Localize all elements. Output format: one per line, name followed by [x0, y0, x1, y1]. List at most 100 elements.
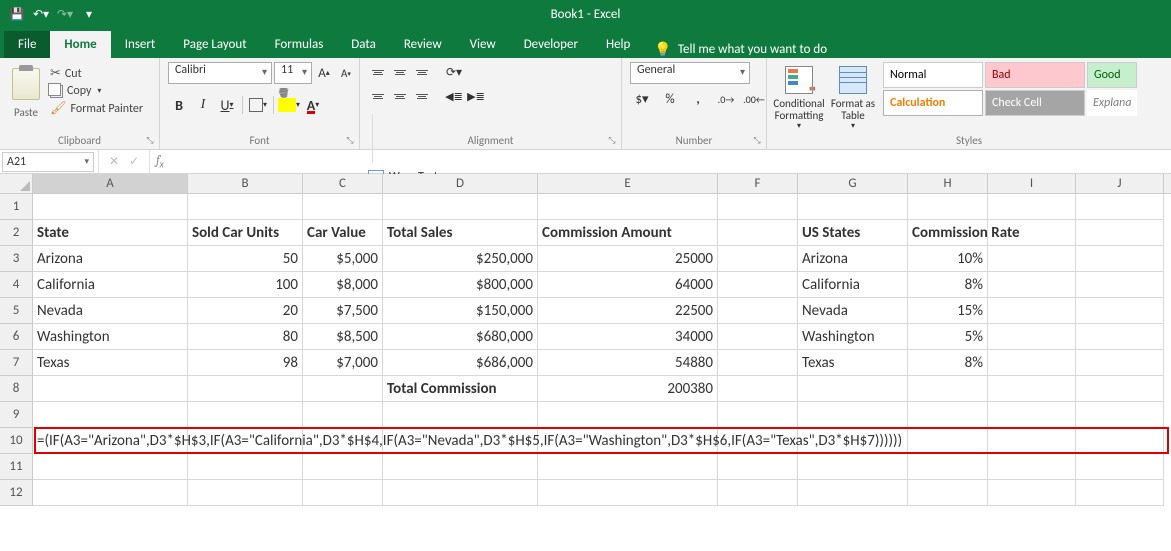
style-check-cell[interactable]: Check Cell	[985, 90, 1085, 116]
format-as-table-button[interactable]: Format as Table▾	[829, 62, 877, 131]
cell[interactable]: Commission Rate	[908, 220, 988, 246]
cell[interactable]: $8,500	[303, 324, 383, 350]
comma-format-button[interactable]: ,	[686, 88, 710, 110]
style-normal[interactable]: Normal	[883, 62, 983, 88]
copy-button[interactable]: Copy▾	[50, 84, 143, 98]
number-launcher[interactable]: ⤡	[751, 134, 763, 146]
cell[interactable]: Washington	[798, 324, 908, 350]
cell[interactable]: US States	[798, 220, 908, 246]
cell[interactable]: 22500	[538, 298, 718, 324]
increase-decimal-button[interactable]: .0→	[714, 88, 738, 110]
formula-input[interactable]	[170, 150, 1171, 173]
cell[interactable]: 8%	[908, 272, 988, 298]
cell[interactable]: Texas	[798, 350, 908, 376]
cell-styles-gallery[interactable]: Normal Bad Good Calculation Check Cell E…	[883, 62, 1137, 116]
tab-insert[interactable]: Insert	[111, 31, 170, 58]
cell[interactable]: $680,000	[383, 324, 538, 350]
align-right-button[interactable]	[412, 86, 432, 106]
fill-color-button[interactable]: ▾	[278, 94, 300, 116]
align-top-button[interactable]	[368, 62, 388, 82]
cell[interactable]: 20	[188, 298, 303, 324]
cell[interactable]: $7,500	[303, 298, 383, 324]
col-header-i[interactable]: I	[988, 174, 1076, 193]
alignment-launcher[interactable]: ⤡	[606, 134, 618, 146]
clipboard-launcher[interactable]: ⤡	[144, 134, 156, 146]
align-middle-button[interactable]	[390, 62, 410, 82]
tab-formulas[interactable]: Formulas	[261, 31, 338, 58]
worksheet-grid[interactable]: A B C D E F G H I J 1 2 State Sold Car U…	[0, 174, 1171, 506]
enter-icon[interactable]: ✓	[129, 154, 139, 169]
cell[interactable]: 54880	[538, 350, 718, 376]
cell[interactable]: 64000	[538, 272, 718, 298]
percent-format-button[interactable]: %	[658, 88, 682, 110]
style-calculation[interactable]: Calculation	[883, 90, 983, 116]
redo-icon[interactable]: ↷▾	[56, 5, 74, 23]
col-header-d[interactable]: D	[383, 174, 538, 193]
col-header-h[interactable]: H	[908, 174, 988, 193]
underline-button[interactable]: U▾	[216, 94, 238, 116]
font-launcher[interactable]: ⤡	[344, 134, 356, 146]
align-bottom-button[interactable]	[412, 62, 432, 82]
cell[interactable]: Nevada	[33, 298, 188, 324]
paste-button[interactable]: Paste	[8, 62, 44, 126]
accounting-format-button[interactable]: $▾	[630, 88, 654, 110]
tab-view[interactable]: View	[456, 31, 510, 58]
format-painter-button[interactable]: 🖌Format Painter	[50, 101, 143, 116]
cell[interactable]: 80	[188, 324, 303, 350]
cell[interactable]: Sold Car Units	[188, 220, 303, 246]
font-size-select[interactable]: 11	[274, 62, 312, 84]
cell[interactable]: 200380	[538, 376, 718, 402]
fx-icon[interactable]: fx	[150, 153, 170, 170]
font-color-button[interactable]: A▾	[302, 94, 324, 116]
cell[interactable]: $8,000	[303, 272, 383, 298]
cell[interactable]: 50	[188, 246, 303, 272]
col-header-g[interactable]: G	[798, 174, 908, 193]
tab-home[interactable]: Home	[50, 31, 110, 58]
tell-me[interactable]: 💡 Tell me what you want to do	[654, 41, 827, 58]
cell[interactable]: California	[33, 272, 188, 298]
cell[interactable]: California	[798, 272, 908, 298]
style-bad[interactable]: Bad	[985, 62, 1085, 88]
cell[interactable]: Arizona	[798, 246, 908, 272]
cell[interactable]: 100	[188, 272, 303, 298]
cell[interactable]: Texas	[33, 350, 188, 376]
tab-developer[interactable]: Developer	[510, 31, 592, 58]
increase-indent-button[interactable]: ▶≣	[466, 86, 486, 106]
cell[interactable]: 98	[188, 350, 303, 376]
tab-help[interactable]: Help	[592, 31, 644, 58]
cut-button[interactable]: ✂Cut	[50, 66, 143, 81]
cell[interactable]: 5%	[908, 324, 988, 350]
cell[interactable]: Nevada	[798, 298, 908, 324]
cell[interactable]	[33, 194, 188, 220]
tab-data[interactable]: Data	[337, 31, 390, 58]
cell[interactable]: Washington	[33, 324, 188, 350]
customize-qat-icon[interactable]: ▾	[80, 5, 98, 23]
decrease-font-button[interactable]: A▾	[336, 62, 356, 84]
cell[interactable]: State	[33, 220, 188, 246]
tab-review[interactable]: Review	[390, 31, 456, 58]
col-header-j[interactable]: J	[1076, 174, 1164, 193]
col-header-f[interactable]: F	[718, 174, 798, 193]
cell[interactable]: $686,000	[383, 350, 538, 376]
cell[interactable]: $250,000	[383, 246, 538, 272]
orientation-button[interactable]: ⟳▾	[444, 62, 464, 82]
cell[interactable]: 8%	[908, 350, 988, 376]
cell[interactable]: Total Sales	[383, 220, 538, 246]
font-name-select[interactable]: Calibri	[168, 62, 272, 84]
cell[interactable]: $7,000	[303, 350, 383, 376]
tab-file[interactable]: File	[4, 31, 50, 58]
cell[interactable]: 34000	[538, 324, 718, 350]
col-header-a[interactable]: A	[33, 174, 188, 193]
col-header-b[interactable]: B	[188, 174, 303, 193]
style-explanatory[interactable]: Explana	[1087, 90, 1137, 116]
cell[interactable]: 15%	[908, 298, 988, 324]
name-box[interactable]: A21	[2, 152, 94, 172]
decrease-decimal-button[interactable]: .00←	[742, 88, 766, 110]
row-header[interactable]: 2	[0, 220, 33, 246]
cell[interactable]: Total Commission	[383, 376, 538, 402]
cell[interactable]: 25000	[538, 246, 718, 272]
row-header[interactable]: 1	[0, 194, 33, 220]
cell[interactable]: Arizona	[33, 246, 188, 272]
undo-icon[interactable]: ↶▾	[32, 5, 50, 23]
decrease-indent-button[interactable]: ◀≣	[444, 86, 464, 106]
